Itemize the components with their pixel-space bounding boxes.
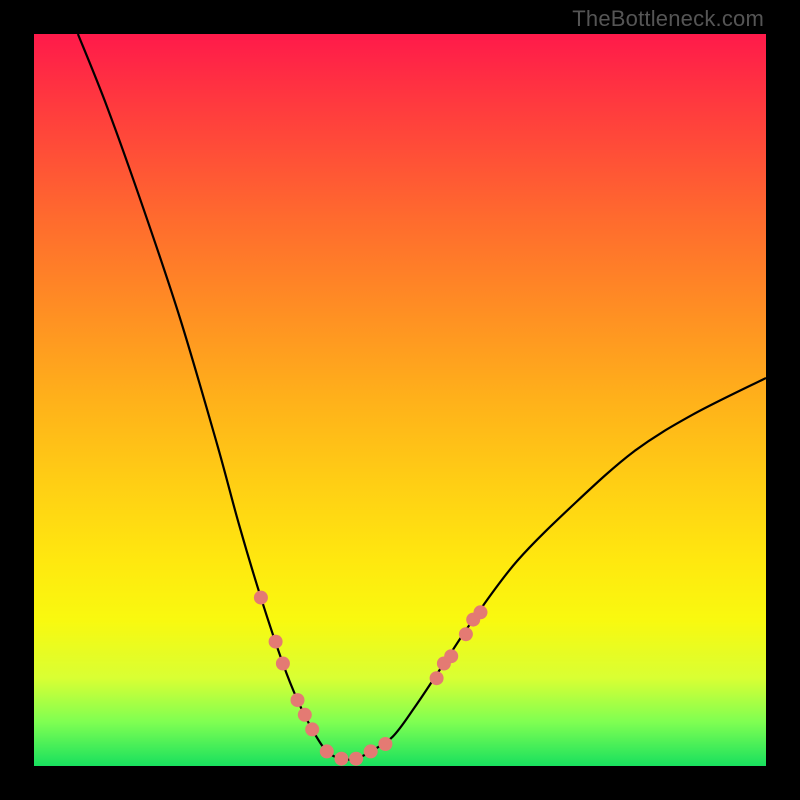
data-marker [474, 605, 488, 619]
bottleneck-curve-svg [34, 34, 766, 766]
data-marker [349, 752, 363, 766]
data-marker [334, 752, 348, 766]
data-marker [269, 635, 283, 649]
plot-area [34, 34, 766, 766]
data-marker [430, 671, 444, 685]
data-marker [276, 657, 290, 671]
data-marker [444, 649, 458, 663]
data-marker [305, 722, 319, 736]
watermark-text: TheBottleneck.com [572, 6, 764, 32]
data-marker [291, 693, 305, 707]
chart-frame: TheBottleneck.com [0, 0, 800, 800]
data-marker [459, 627, 473, 641]
data-marker [364, 744, 378, 758]
data-marker [378, 737, 392, 751]
data-marker [298, 708, 312, 722]
data-marker [320, 744, 334, 758]
data-marker [254, 591, 268, 605]
bottleneck-curve [78, 34, 766, 760]
